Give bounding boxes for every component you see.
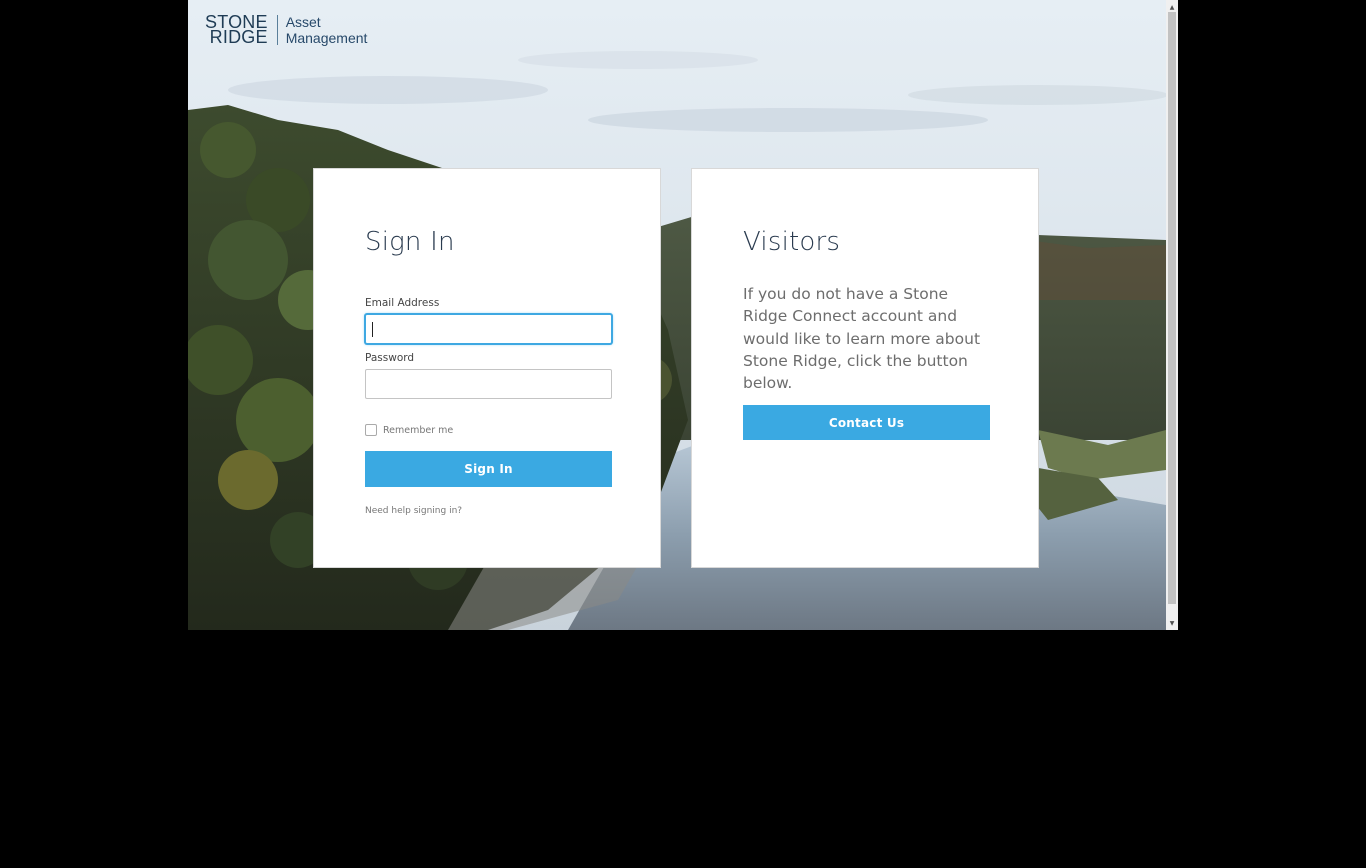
email-label: Email Address	[365, 297, 440, 309]
logo-subtitle: Asset Management	[286, 14, 368, 46]
password-field[interactable]	[365, 369, 612, 399]
scroll-down-arrow-icon[interactable]: ▼	[1166, 617, 1178, 629]
visitors-card: Visitors If you do not have a Stone Ridg…	[691, 168, 1039, 568]
logo-line-2: RIDGE	[209, 27, 268, 47]
remember-me-checkbox[interactable]	[365, 424, 377, 436]
help-signing-in-link[interactable]: Need help signing in?	[365, 506, 462, 516]
vertical-scrollbar[interactable]: ▲ ▼	[1166, 0, 1178, 630]
contact-us-button[interactable]: Contact Us	[743, 405, 990, 440]
logo-divider	[276, 15, 278, 45]
email-field[interactable]	[365, 314, 612, 344]
text-caret	[372, 322, 373, 337]
sign-in-button[interactable]: Sign In	[365, 451, 612, 487]
logo-wordmark: STONE RIDGE	[205, 13, 268, 47]
logo-sub-line-1: Asset	[285, 14, 321, 30]
scrollbar-thumb[interactable]	[1168, 12, 1176, 604]
sign-in-title: Sign In	[365, 227, 455, 257]
logo-sub-line-2: Management	[285, 30, 368, 46]
password-label: Password	[365, 352, 415, 364]
stone-ridge-logo[interactable]: STONE RIDGE Asset Management	[205, 13, 367, 47]
visitors-description: If you do not have a Stone Ridge Connect…	[743, 285, 981, 393]
remember-me-label: Remember me	[383, 424, 454, 436]
remember-me[interactable]: Remember me	[365, 424, 453, 436]
browser-viewport: STONE RIDGE Asset Management Sign In Ema…	[188, 0, 1178, 630]
sign-in-card: Sign In Email Address Password Remember …	[313, 168, 661, 568]
visitors-title: Visitors	[743, 227, 841, 257]
